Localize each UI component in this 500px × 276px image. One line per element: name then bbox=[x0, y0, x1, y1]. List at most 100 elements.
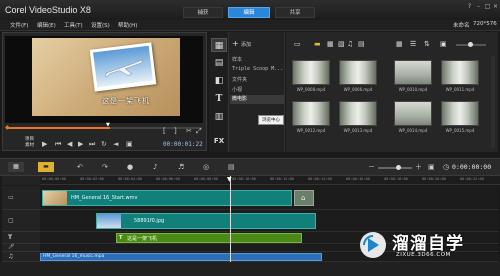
title-track-header[interactable]: T bbox=[2, 232, 40, 244]
fit-icon[interactable]: ▣ bbox=[440, 40, 447, 48]
overlay-clip[interactable]: 58891f0.jpg bbox=[96, 213, 316, 229]
mode-clip[interactable]: 素材 bbox=[25, 142, 34, 148]
music-track-header[interactable]: ♫ bbox=[2, 252, 40, 262]
minimize-icon[interactable]: – bbox=[474, 3, 483, 11]
auto-music-icon[interactable]: ♬ bbox=[178, 163, 184, 171]
mark-out-icon[interactable]: ] bbox=[174, 127, 177, 135]
volume-icon[interactable]: ◄ bbox=[113, 140, 118, 148]
scrubber-handle-icon[interactable]: ▼ bbox=[106, 122, 110, 128]
video-clip[interactable]: HM_General 16_Start.wmv bbox=[42, 190, 292, 206]
media-thumbnail[interactable] bbox=[339, 60, 377, 85]
library-item-selected[interactable]: 微电影 bbox=[230, 95, 284, 104]
hd-preview-icon[interactable]: ▣ bbox=[126, 140, 133, 148]
watermark-logo-icon bbox=[360, 232, 386, 258]
previous-frame-icon[interactable]: ◀ bbox=[67, 140, 72, 148]
library-item[interactable]: 小视 bbox=[232, 86, 242, 93]
transition-icon[interactable]: ◧ bbox=[211, 74, 227, 88]
ruler-tick-label: 00:00:12:00 bbox=[270, 177, 294, 181]
import-media-icon[interactable]: ▭ bbox=[294, 40, 301, 48]
zoom-slider-handle[interactable] bbox=[396, 165, 401, 170]
list-view-icon[interactable]: ☰ bbox=[410, 40, 416, 48]
media-thumbnail[interactable] bbox=[394, 60, 432, 85]
sort-icon[interactable]: ⇅ bbox=[424, 40, 430, 48]
graphic-icon[interactable]: ▥ bbox=[211, 110, 227, 124]
watermark: 溜溜自学 ZIXUE.3D66.COM bbox=[356, 227, 496, 263]
storyboard-view-icon[interactable]: ▦ bbox=[8, 162, 24, 172]
show-videos-icon[interactable]: ▦ bbox=[327, 40, 334, 48]
overlay-track-icon: ▢ bbox=[8, 217, 14, 224]
title-icon[interactable]: T bbox=[211, 92, 227, 106]
ruler-tick-label: 00:00:00:00 bbox=[42, 177, 66, 181]
playhead-handle-icon[interactable]: ▼ bbox=[227, 176, 232, 183]
menu-tools[interactable]: 工具(T) bbox=[64, 21, 83, 29]
show-photos-icon[interactable]: ▧ bbox=[338, 40, 345, 48]
menu-help[interactable]: 帮助(H) bbox=[118, 21, 137, 29]
media-thumbnail[interactable] bbox=[339, 101, 377, 126]
folder-icon[interactable]: ▬ bbox=[314, 40, 321, 48]
gallery-scrollbar[interactable] bbox=[491, 56, 495, 148]
timecode-display[interactable]: 00:00:01:22 bbox=[163, 141, 203, 148]
media-thumbnail[interactable] bbox=[292, 101, 330, 126]
tab-share[interactable]: 共享 bbox=[275, 7, 315, 18]
library-item[interactable]: 文件夹 bbox=[232, 76, 247, 83]
music-clip[interactable]: HM_General 16_music.mpa bbox=[40, 253, 322, 261]
title-clip[interactable]: T 这是一架飞机 bbox=[116, 233, 302, 243]
mark-in-icon[interactable]: [ bbox=[163, 127, 166, 135]
add-folder-icon[interactable]: + bbox=[232, 39, 239, 48]
repeat-icon[interactable]: ↻ bbox=[101, 140, 107, 148]
tab-edit[interactable]: 编辑 bbox=[228, 7, 270, 18]
project-resolution: 720*576 bbox=[473, 21, 497, 27]
next-frame-icon[interactable]: ▶ bbox=[78, 140, 83, 148]
zoom-in-icon[interactable]: ＋ bbox=[415, 163, 422, 171]
app-title: Corel VideoStudio X8 bbox=[5, 5, 91, 15]
split-clip-icon[interactable]: ✂ bbox=[186, 127, 192, 135]
library-item[interactable]: Triple Scoop M... bbox=[232, 66, 283, 72]
media-thumbnail[interactable] bbox=[441, 60, 479, 85]
thumbnail-size-handle[interactable] bbox=[468, 42, 473, 47]
voice-track-header[interactable]: 🎤︎ bbox=[2, 244, 40, 252]
menu-file[interactable]: 文件(F) bbox=[10, 21, 28, 29]
media-thumbnail[interactable] bbox=[441, 101, 479, 126]
media-thumbnail-label: WP_0013.mp4 bbox=[343, 128, 373, 133]
undo-icon[interactable]: ↶ bbox=[77, 163, 83, 171]
thumbnail-view-icon[interactable]: ▦ bbox=[396, 40, 403, 48]
media-thumbnail-label: WP_0012.mp4 bbox=[296, 128, 326, 133]
help-icon[interactable]: ? bbox=[465, 3, 474, 11]
library-item[interactable]: 样本 bbox=[232, 56, 242, 63]
redo-icon[interactable]: ↷ bbox=[102, 163, 108, 171]
trim-start-icon[interactable]: ◆ bbox=[5, 124, 10, 131]
record-capture-icon[interactable]: ● bbox=[127, 163, 133, 171]
add-folder-label[interactable]: 添加 bbox=[241, 41, 251, 48]
tab-capture[interactable]: 捕获 bbox=[183, 7, 223, 18]
menu-settings[interactable]: 设置(S) bbox=[91, 21, 110, 29]
title-clip-icon: T bbox=[119, 235, 123, 241]
sound-mixer-icon[interactable]: ♪ bbox=[153, 163, 157, 171]
ruler-tick-label: 00:00:20:00 bbox=[422, 177, 446, 181]
transition-clip[interactable]: ⌂ bbox=[294, 190, 314, 206]
ruler-tick-label: 00:00:10:00 bbox=[232, 177, 256, 181]
home-icon[interactable]: ⏮ bbox=[55, 140, 61, 148]
menu-edit[interactable]: 编辑(E) bbox=[37, 21, 56, 29]
playhead[interactable] bbox=[230, 176, 231, 262]
video-track-header[interactable]: ▭ bbox=[2, 186, 40, 210]
media-library-icon[interactable]: ▦ bbox=[211, 38, 227, 52]
clock-icon: ◷ bbox=[443, 163, 450, 171]
media-gallery bbox=[286, 32, 498, 152]
zoom-slider[interactable] bbox=[378, 167, 412, 169]
filter-icon[interactable]: FX bbox=[211, 134, 227, 148]
library-sort-icon[interactable]: ▤ bbox=[358, 40, 365, 48]
timeline-view-icon[interactable]: ▬ bbox=[38, 162, 54, 172]
motion-tracking-icon[interactable]: ◎ bbox=[203, 163, 209, 171]
close-icon[interactable]: × bbox=[491, 3, 500, 11]
media-thumbnail[interactable] bbox=[394, 101, 432, 126]
end-icon[interactable]: ⏭ bbox=[89, 140, 95, 148]
play-icon[interactable]: ▶ bbox=[42, 140, 47, 148]
overlay-track-header[interactable]: ▢ bbox=[2, 210, 40, 232]
zoom-out-icon[interactable]: － bbox=[368, 163, 375, 171]
subtitle-editor-icon[interactable]: ▤ bbox=[228, 163, 235, 171]
media-thumbnail[interactable] bbox=[292, 60, 330, 85]
instant-project-icon[interactable]: ▤ bbox=[211, 56, 227, 70]
enlarge-preview-icon[interactable]: ⤢ bbox=[196, 127, 202, 135]
show-audio-icon[interactable]: ♫ bbox=[347, 40, 353, 48]
fit-to-window-icon[interactable]: ▣ bbox=[428, 163, 435, 171]
